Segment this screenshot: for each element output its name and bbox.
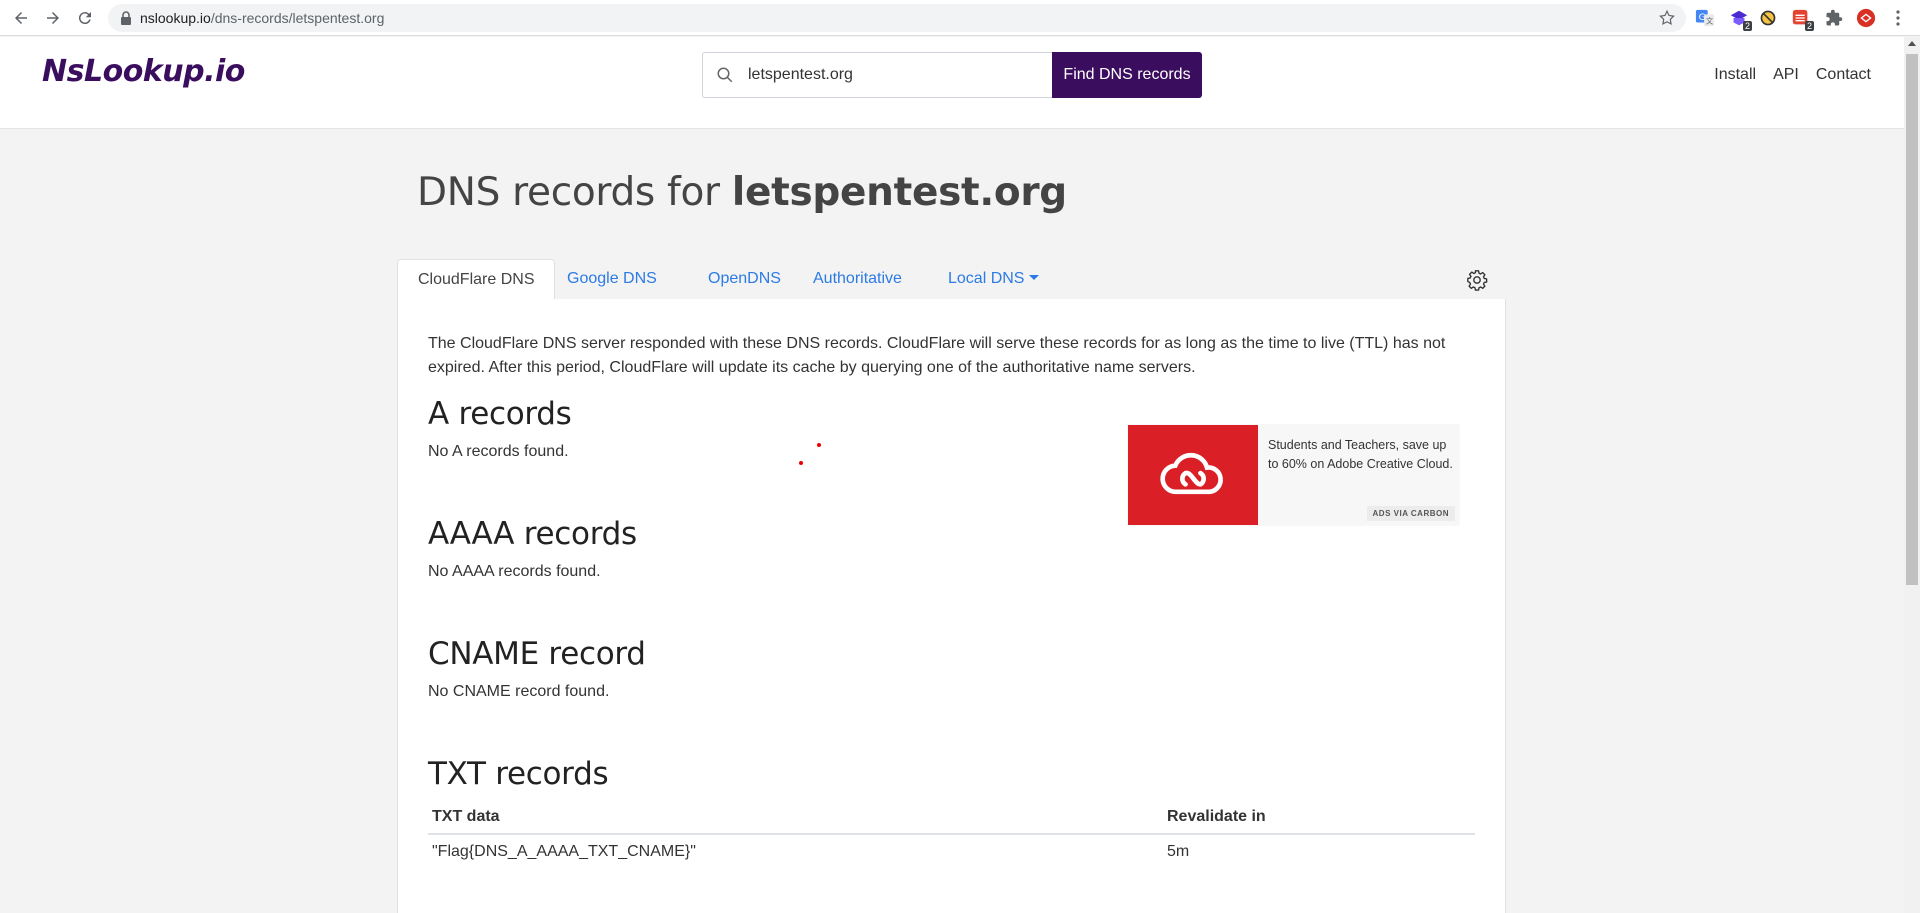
reload-icon <box>78 12 91 25</box>
top-nav: Install API Contact <box>1697 66 1871 84</box>
search-icon <box>717 67 733 83</box>
site-header: NsLookup.io Find DNS records Install API… <box>0 37 1904 129</box>
arrow-right-icon <box>47 12 59 24</box>
creative-cloud-logo-icon <box>1160 452 1223 495</box>
tab-local-dns-label: Local DNS <box>948 270 1025 287</box>
caret-down-icon <box>1029 274 1040 280</box>
dns-provider-tabs: CloudFlare DNS Google DNS OpenDNS Author… <box>397 259 1506 300</box>
scroll-up-arrow-icon[interactable] <box>1908 41 1916 46</box>
cname-record-heading: CNAME record <box>428 636 646 672</box>
tab-local-dns[interactable]: Local DNS <box>928 259 1059 300</box>
scrollbar-thumb[interactable] <box>1906 54 1918 585</box>
a-records-message: No A records found. <box>428 443 569 460</box>
browser-toolbar: nslookup.io/dns-records/letspentest.org … <box>0 0 1920 36</box>
aaaa-records-heading: AAAA records <box>428 516 637 552</box>
cname-record-message: No CNAME record found. <box>428 683 610 700</box>
creative-cloud-ad-image[interactable] <box>1128 425 1258 525</box>
nav-api-link[interactable]: API <box>1773 66 1799 84</box>
address-bar[interactable]: nslookup.io/dns-records/letspentest.org <box>108 4 1686 32</box>
ads-via-carbon-label[interactable]: ADS VIA CARBON <box>1366 506 1455 521</box>
txt-records-table: TXT data Revalidate in "Flag{DNS_A_AAAA_… <box>428 799 1475 869</box>
revalidate-cell: 5m <box>1167 843 1190 860</box>
extensions-puzzle-icon[interactable] <box>1823 7 1845 29</box>
page-title: DNS records for letspentest.org <box>417 170 1067 215</box>
carbon-ad[interactable]: Students and Teachers, save up to 60% on… <box>1128 425 1459 525</box>
red-dot-marker <box>817 443 821 447</box>
back-button[interactable] <box>9 6 33 30</box>
table-header-row: TXT data Revalidate in <box>428 799 1475 835</box>
revalidate-column-header: Revalidate in <box>1163 799 1475 835</box>
arrow-left-icon <box>15 12 27 24</box>
domain-search-input[interactable] <box>702 52 1052 98</box>
svg-text:文: 文 <box>1706 16 1714 25</box>
settings-gear-icon[interactable] <box>1466 269 1488 291</box>
browser-menu-icon[interactable] <box>1887 7 1909 29</box>
tab-opendns[interactable]: OpenDNS <box>688 259 801 300</box>
txt-data-cell: "Flag{DNS_A_AAAA_TXT_CNAME}" <box>432 843 696 860</box>
extension-badge: 2 <box>1742 21 1752 31</box>
tab-google-dns[interactable]: Google DNS <box>547 259 677 300</box>
extension-badge: 2 <box>1804 21 1814 31</box>
page-scrollbar[interactable] <box>1904 37 1920 913</box>
tab-cloudflare-dns[interactable]: CloudFlare DNS <box>397 259 556 300</box>
dns-results-panel: The CloudFlare DNS server responded with… <box>397 299 1506 913</box>
nav-install-link[interactable]: Install <box>1714 66 1756 84</box>
reload-button[interactable] <box>73 6 97 30</box>
find-dns-records-button[interactable]: Find DNS records <box>1052 52 1202 98</box>
lock-icon <box>121 11 131 25</box>
todoist-extension-icon[interactable]: 2 <box>1790 7 1814 31</box>
a-records-heading: A records <box>428 396 572 432</box>
search-form: Find DNS records <box>702 52 1202 98</box>
translate-extension-icon[interactable]: G文 <box>1694 7 1716 29</box>
tab-authoritative[interactable]: Authoritative <box>793 259 922 300</box>
txt-data-column-header: TXT data <box>428 799 1163 835</box>
site-logo[interactable]: NsLookup.io <box>42 54 245 89</box>
blocker-extension-icon[interactable] <box>1757 7 1779 29</box>
nav-contact-link[interactable]: Contact <box>1816 66 1871 84</box>
forward-button[interactable] <box>41 6 65 30</box>
ad-text[interactable]: Students and Teachers, save up to 60% on… <box>1268 436 1453 474</box>
wappalyzer-extension-icon[interactable]: 2 <box>1728 7 1752 31</box>
profile-avatar-icon[interactable] <box>1855 7 1877 29</box>
url-text: nslookup.io/dns-records/letspentest.org <box>140 10 385 26</box>
table-row: "Flag{DNS_A_AAAA_TXT_CNAME}" 5m <box>428 834 1475 869</box>
aaaa-records-message: No AAAA records found. <box>428 563 601 580</box>
bookmark-star-icon[interactable] <box>1658 9 1676 27</box>
red-dot-marker <box>799 461 803 465</box>
resolver-description: The CloudFlare DNS server responded with… <box>428 335 1446 376</box>
txt-records-heading: TXT records <box>428 756 609 792</box>
page-title-domain: letspentest.org <box>731 170 1067 215</box>
